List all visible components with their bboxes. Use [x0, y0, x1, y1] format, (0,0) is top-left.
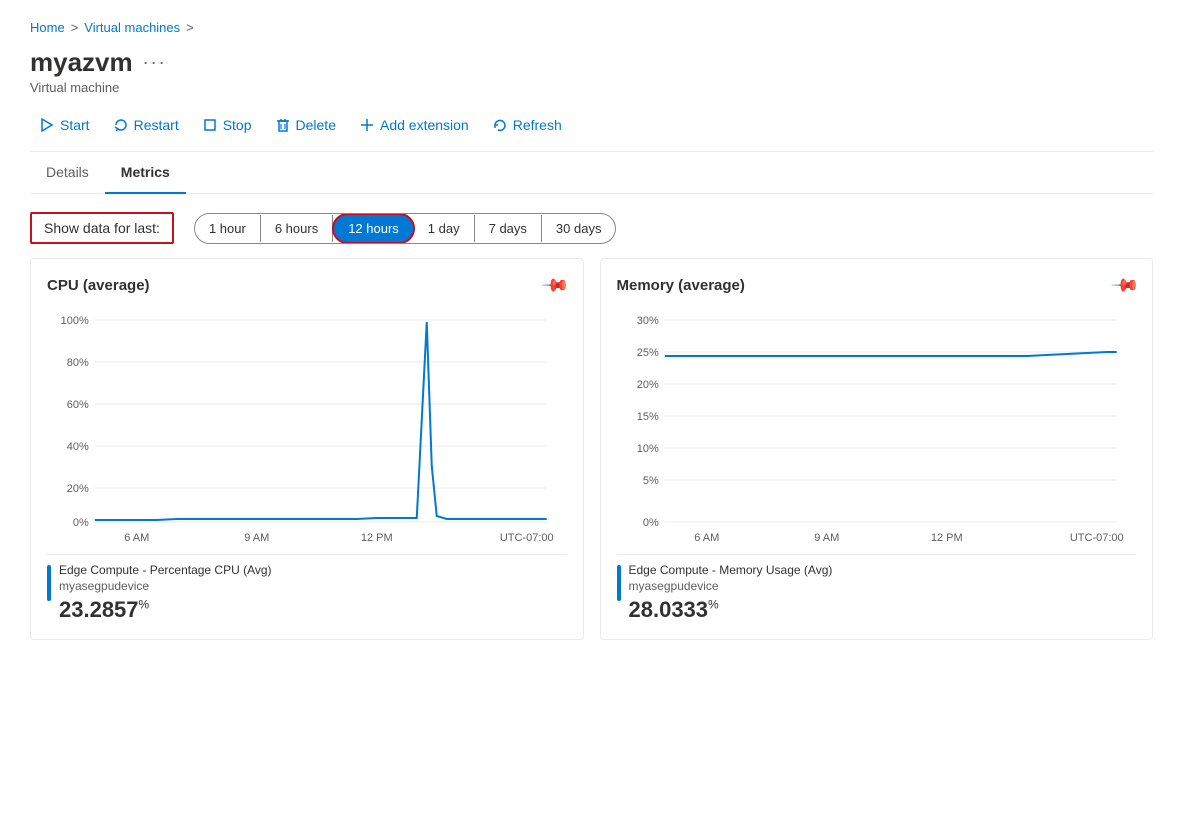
memory-legend-color [617, 565, 621, 601]
memory-legend-device: myasegpudevice [629, 579, 833, 593]
cpu-legend-device: myasegpudevice [59, 579, 272, 593]
show-data-label: Show data for last: [30, 212, 174, 244]
memory-chart-legend: Edge Compute - Memory Usage (Avg) myaseg… [617, 554, 1137, 623]
vm-name: myazvm [30, 47, 133, 78]
memory-legend-text: Edge Compute - Memory Usage (Avg) myaseg… [629, 563, 833, 623]
svg-text:0%: 0% [642, 517, 658, 529]
memory-chart-card: Memory (average) 📌 30% 25% 20% 15% 10% 5… [600, 258, 1154, 640]
cpu-chart-area: 100% 80% 60% 40% 20% 0% 6 AM [47, 306, 567, 546]
svg-text:9 AM: 9 AM [244, 532, 269, 544]
refresh-icon [493, 118, 507, 132]
svg-text:UTC-07:00: UTC-07:00 [1069, 532, 1123, 544]
charts-container: CPU (average) 📌 100% 80% 60% 40% 20% 0% [30, 258, 1153, 640]
svg-text:10%: 10% [636, 443, 658, 455]
add-extension-button[interactable]: Add extension [350, 111, 479, 139]
breadcrumb-sep2: > [186, 20, 194, 35]
svg-text:UTC-07:00: UTC-07:00 [500, 532, 554, 544]
time-30days[interactable]: 30 days [542, 215, 616, 242]
breadcrumb-home[interactable]: Home [30, 20, 65, 35]
delete-button[interactable]: Delete [266, 111, 346, 139]
svg-text:20%: 20% [67, 483, 89, 495]
start-icon [40, 118, 54, 132]
svg-text:0%: 0% [73, 517, 89, 529]
svg-text:6 AM: 6 AM [694, 532, 719, 544]
memory-pin-icon[interactable]: 📌 [1109, 270, 1140, 301]
breadcrumb-vms[interactable]: Virtual machines [84, 20, 180, 35]
stop-button[interactable]: Stop [193, 111, 262, 139]
cpu-chart-header: CPU (average) 📌 [47, 275, 567, 296]
tabs-bar: Details Metrics [30, 152, 1153, 194]
cpu-chart-card: CPU (average) 📌 100% 80% 60% 40% 20% 0% [30, 258, 584, 640]
add-icon [360, 118, 374, 132]
svg-text:12 PM: 12 PM [361, 532, 393, 544]
time-1day[interactable]: 1 day [414, 215, 475, 242]
svg-text:5%: 5% [642, 475, 658, 487]
memory-chart-svg: 30% 25% 20% 15% 10% 5% 0% [617, 306, 1137, 546]
memory-chart-area: 30% 25% 20% 15% 10% 5% 0% [617, 306, 1137, 546]
vm-subtitle: Virtual machine [30, 80, 1153, 95]
svg-text:100%: 100% [61, 315, 89, 327]
cpu-chart-svg: 100% 80% 60% 40% 20% 0% 6 AM [47, 306, 567, 546]
cpu-legend-text: Edge Compute - Percentage CPU (Avg) myas… [59, 563, 272, 623]
refresh-button[interactable]: Refresh [483, 111, 572, 139]
cpu-chart-title: CPU (average) [47, 277, 150, 294]
restart-icon [114, 118, 128, 132]
cpu-chart-legend: Edge Compute - Percentage CPU (Avg) myas… [47, 554, 567, 623]
time-1hour[interactable]: 1 hour [195, 215, 261, 242]
start-button[interactable]: Start [30, 111, 100, 139]
delete-icon [276, 117, 290, 133]
vm-title-row: myazvm ··· [30, 47, 1153, 78]
tab-metrics[interactable]: Metrics [105, 152, 186, 194]
main-page: Home > Virtual machines > myazvm ··· Vir… [0, 0, 1183, 835]
cpu-pin-icon[interactable]: 📌 [540, 270, 571, 301]
time-7days[interactable]: 7 days [475, 215, 542, 242]
breadcrumb: Home > Virtual machines > [30, 20, 1153, 35]
vm-more-options[interactable]: ··· [143, 52, 167, 73]
svg-text:40%: 40% [67, 441, 89, 453]
cpu-legend-color [47, 565, 51, 601]
memory-chart-title: Memory (average) [617, 277, 745, 294]
svg-text:60%: 60% [67, 399, 89, 411]
svg-text:6 AM: 6 AM [124, 532, 149, 544]
svg-text:30%: 30% [636, 315, 658, 327]
svg-text:15%: 15% [636, 411, 658, 423]
memory-chart-header: Memory (average) 📌 [617, 275, 1137, 296]
toolbar: Start Restart Stop Delete Add extension … [30, 111, 1153, 152]
svg-text:80%: 80% [67, 357, 89, 369]
svg-text:9 AM: 9 AM [814, 532, 839, 544]
time-filter-group: 1 hour 6 hours 12 hours 1 day 7 days 30 … [194, 213, 617, 244]
metrics-controls: Show data for last: 1 hour 6 hours 12 ho… [30, 194, 1153, 258]
svg-text:20%: 20% [636, 379, 658, 391]
time-6hours[interactable]: 6 hours [261, 215, 333, 242]
svg-text:25%: 25% [636, 347, 658, 359]
memory-legend-value: 28.0333% [629, 597, 833, 623]
cpu-legend-value: 23.2857% [59, 597, 272, 623]
memory-legend-name: Edge Compute - Memory Usage (Avg) [629, 563, 833, 577]
tab-details[interactable]: Details [30, 152, 105, 194]
time-12hours[interactable]: 12 hours [332, 213, 415, 244]
svg-text:12 PM: 12 PM [930, 532, 962, 544]
cpu-legend-name: Edge Compute - Percentage CPU (Avg) [59, 563, 272, 577]
restart-button[interactable]: Restart [104, 111, 189, 139]
stop-icon [203, 118, 217, 132]
breadcrumb-sep1: > [71, 20, 79, 35]
